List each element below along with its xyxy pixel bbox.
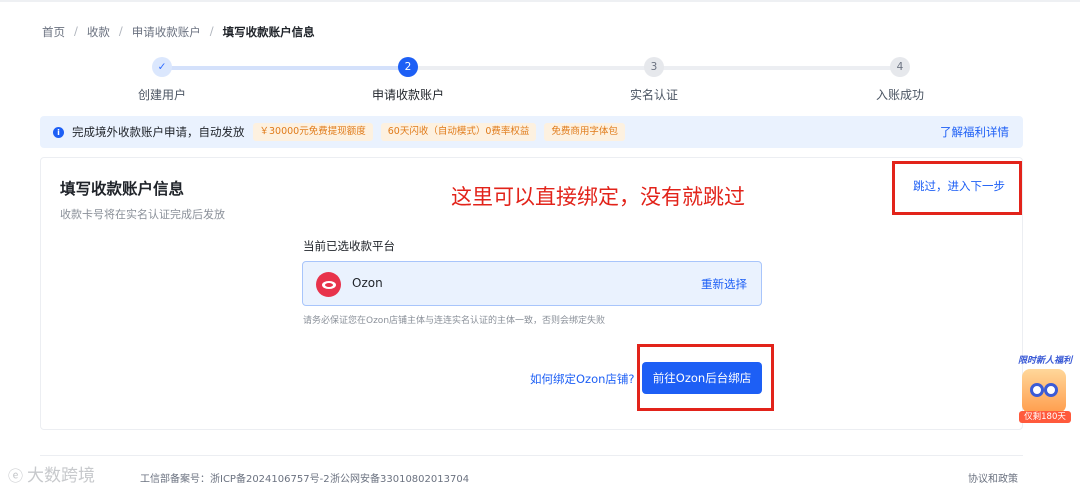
binding-warning: 请务必保证您在Ozon店铺主体与连连实名认证的主体一致，否则会绑定失败 — [303, 316, 606, 326]
top-divider — [0, 0, 1080, 2]
platform-name: Ozon — [352, 276, 383, 290]
benefit-tag-font: 免费商用字体包 — [544, 123, 625, 141]
breadcrumb-apply-account[interactable]: 申请收款账户 — [132, 24, 201, 40]
step-progress-fill — [162, 66, 408, 70]
step-4-dot: 4 — [890, 57, 910, 77]
breadcrumb-receive[interactable]: 收款 — [87, 24, 110, 40]
step-2-label: 申请收款账户 — [371, 88, 445, 102]
step-progress-track — [162, 66, 900, 70]
watermark-text: 大数跨境 — [27, 466, 96, 486]
step-3-dot: 3 — [644, 57, 664, 77]
card-subtitle: 收款卡号将在实名认证完成后发放 — [60, 208, 225, 221]
breadcrumb-home[interactable]: 首页 — [42, 24, 65, 40]
breadcrumb: 首页 / 收款 / 申请收款账户 / 填写收款账户信息 — [42, 24, 315, 40]
police-record[interactable]: 浙公网安备33010802013704 — [330, 470, 469, 485]
breadcrumb-separator: / — [74, 24, 78, 38]
watermark-icon: ⓔ — [8, 467, 24, 485]
banner-text: 完成境外收款账户申请，自动发放 — [72, 125, 245, 139]
step-2-dot: 2 — [398, 57, 418, 77]
ozon-logo-icon — [316, 272, 341, 297]
promo-title: 限时新人福利 — [1018, 356, 1073, 366]
step-4-label: 入账成功 — [875, 88, 925, 102]
account-info-card: 填写收款账户信息 收款卡号将在实名认证完成后发放 这里可以直接绑定，没有就跳过 … — [40, 157, 1023, 430]
page: 首页 / 收款 / 申请收款账户 / 填写收款账户信息 ✓ 2 3 4 创建用户… — [0, 0, 1080, 497]
icp-record[interactable]: 工信部备案号：浙ICP备2024106757号-2 — [140, 470, 330, 485]
watermark-logo: ⓔ 大数跨境 — [8, 461, 95, 486]
step-1-label: 创建用户 — [137, 88, 187, 102]
selected-platform-box: Ozon 重新选择 — [302, 261, 762, 306]
policy-link[interactable]: 协议和政策 — [968, 470, 1018, 485]
step-3-label: 实名认证 — [629, 88, 679, 102]
benefit-banner: i 完成境外收款账户申请，自动发放 ￥30000元免费提现额度 60天闪收（自动… — [40, 116, 1023, 148]
benefit-tag-withdraw: ￥30000元免费提现额度 — [252, 123, 373, 141]
info-icon: i — [53, 126, 64, 138]
step-1-check-icon: ✓ — [152, 57, 172, 77]
skip-next-link[interactable]: 跳过，进入下一步 — [913, 178, 1005, 194]
breadcrumb-separator: / — [209, 24, 214, 38]
footer-divider — [40, 455, 1023, 456]
reselect-link[interactable]: 重新选择 — [701, 276, 747, 292]
annotation-text: 这里可以直接绑定，没有就跳过 — [451, 185, 745, 209]
how-to-bind-link[interactable]: 如何绑定Ozon店铺? — [530, 371, 635, 387]
breadcrumb-separator: / — [118, 24, 123, 38]
benefit-details-link[interactable]: 了解福利详情 — [940, 124, 1009, 140]
promo-badge: 仅剩180天 — [1019, 411, 1071, 423]
breadcrumb-current: 填写收款账户信息 — [222, 25, 315, 39]
platform-label: 当前已选收款平台 — [303, 239, 395, 253]
go-bind-store-button[interactable]: 前往Ozon后台绑店 — [642, 362, 762, 394]
gift-icon — [1022, 369, 1066, 413]
card-title: 填写收款账户信息 — [60, 180, 185, 198]
benefit-tag-flash: 60天闪收（自动模式）0费率权益 — [380, 123, 537, 141]
promo-widget[interactable]: 限时新人福利 仅剩180天 — [1016, 353, 1074, 425]
